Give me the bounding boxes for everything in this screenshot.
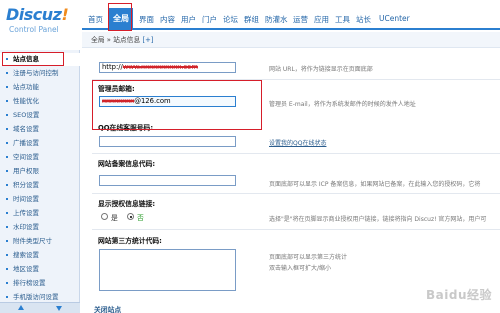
nav-webmaster[interactable]: 站长 bbox=[356, 14, 371, 25]
nav-portal[interactable]: 门户 bbox=[202, 14, 217, 25]
bullet-icon bbox=[6, 156, 8, 158]
nav-operations[interactable]: 运营 bbox=[293, 14, 308, 25]
top-navigation: 首页 全局 界面 内容 用户 门户 论坛 群组 防灌水 运营 应用 工具 站长 … bbox=[82, 0, 500, 30]
scroll-down-icon[interactable] bbox=[56, 306, 62, 311]
sidebar-item-performance[interactable]: 性能优化 bbox=[0, 95, 80, 108]
scroll-up-icon[interactable] bbox=[18, 305, 24, 310]
admin-email-hint: 管理员 E-mail，将作为系统发邮件的时候的发件人地址 bbox=[269, 101, 416, 108]
bullet-icon bbox=[6, 72, 8, 74]
sidebar-item-space[interactable]: 空间设置 bbox=[0, 151, 80, 164]
sidebar: 站点信息 注册与访问控制 站点功能 性能优化 SEO设置 域名设置 广播设置 空… bbox=[0, 50, 80, 313]
divider bbox=[92, 153, 500, 154]
sidebar-item-credits[interactable]: 积分设置 bbox=[0, 179, 80, 192]
sidebar-item-broadcast[interactable]: 广播设置 bbox=[0, 137, 80, 150]
breadcrumb: 全局 » 站点信息 [+] bbox=[82, 32, 500, 48]
sidebar-item-seo[interactable]: SEO设置 bbox=[0, 109, 80, 122]
nav-apps[interactable]: 应用 bbox=[314, 14, 329, 25]
icp-input[interactable] bbox=[99, 175, 236, 186]
bullet-icon bbox=[6, 254, 8, 256]
bullet-icon bbox=[6, 114, 8, 116]
bullet-icon bbox=[6, 240, 8, 242]
nav-ucenter[interactable]: UCenter bbox=[379, 14, 410, 23]
bullet-icon bbox=[6, 184, 8, 186]
icp-label: 网站备案信息代码: bbox=[98, 160, 156, 168]
license-no-radio[interactable] bbox=[127, 213, 134, 220]
nav-users[interactable]: 用户 bbox=[181, 14, 196, 25]
sidebar-item-permissions[interactable]: 用户权限 bbox=[0, 165, 80, 178]
logo-subtitle: Control Panel bbox=[9, 25, 59, 34]
nav-content[interactable]: 内容 bbox=[160, 14, 175, 25]
nav-groups[interactable]: 群组 bbox=[244, 14, 259, 25]
sidebar-item-features[interactable]: 站点功能 bbox=[0, 81, 80, 94]
logo: Discuz! Control Panel bbox=[0, 0, 82, 50]
nav-anti-spam[interactable]: 防灌水 bbox=[265, 14, 288, 25]
sidebar-item-upload[interactable]: 上传设置 bbox=[0, 207, 80, 220]
license-no-label: 否 bbox=[137, 214, 144, 222]
sidebar-item-ranking[interactable]: 排行榜设置 bbox=[0, 277, 80, 290]
sidebar-item-region[interactable]: 地区设置 bbox=[0, 263, 80, 276]
bullet-icon bbox=[6, 142, 8, 144]
highlight-email-field bbox=[92, 80, 262, 130]
breadcrumb-path: 全局 » 站点信息 bbox=[91, 36, 141, 44]
site-url-hint: 网站 URL，将作为链接显示在页面底部 bbox=[269, 66, 373, 73]
divider bbox=[92, 229, 500, 230]
stats-label: 网站第三方统计代码: bbox=[98, 237, 162, 245]
highlight-global-tab bbox=[108, 3, 132, 31]
nav-tools[interactable]: 工具 bbox=[335, 14, 350, 25]
sidebar-item-attachment-size[interactable]: 附件类型尺寸 bbox=[0, 235, 80, 248]
sidebar-item-search[interactable]: 搜索设置 bbox=[0, 249, 80, 262]
bullet-icon bbox=[6, 198, 8, 200]
icp-hint: 页面底部可以显示 ICP 备案信息，如果网站已备案，在此输入您的授权码，它将 bbox=[269, 181, 481, 188]
bullet-icon bbox=[6, 296, 8, 298]
highlight-sidebar bbox=[2, 52, 64, 66]
bullet-icon bbox=[6, 212, 8, 214]
section-close-site: 关闭站点 bbox=[94, 306, 122, 313]
sidebar-item-register[interactable]: 注册与访问控制 bbox=[0, 67, 80, 80]
expand-link[interactable]: [+] bbox=[142, 36, 153, 44]
brand-logo: Discuz! bbox=[6, 5, 69, 24]
stats-code-textarea[interactable] bbox=[99, 249, 236, 291]
bullet-icon bbox=[6, 268, 8, 270]
qq-input[interactable] bbox=[99, 136, 236, 147]
watermark: Baidu经验 bbox=[426, 288, 492, 302]
bullet-icon bbox=[6, 282, 8, 284]
divider bbox=[92, 193, 500, 194]
stats-hint-line1: 页面底部可以显示第三方统计 bbox=[269, 254, 348, 261]
license-yes-label: 是 bbox=[111, 214, 118, 222]
license-label: 显示授权信息链接: bbox=[98, 200, 156, 208]
qq-status-link[interactable]: 设置我的QQ在线状态 bbox=[269, 138, 326, 147]
sidebar-item-time[interactable]: 时间设置 bbox=[0, 193, 80, 206]
sidebar-item-domain[interactable]: 域名设置 bbox=[0, 123, 80, 136]
license-yes-radio[interactable] bbox=[101, 213, 108, 220]
nav-home[interactable]: 首页 bbox=[88, 14, 103, 25]
nav-forum[interactable]: 论坛 bbox=[223, 14, 238, 25]
nav-interface[interactable]: 界面 bbox=[139, 14, 154, 25]
bullet-icon bbox=[6, 128, 8, 130]
bullet-icon bbox=[6, 86, 8, 88]
sidebar-item-watermark[interactable]: 水印设置 bbox=[0, 221, 80, 234]
license-hint: 选择"是"将在页脚显示商业授权用户链接，链接将指向 Discuz! 官方网站，用… bbox=[269, 216, 487, 223]
sidebar-scroll-controls bbox=[0, 302, 80, 313]
bullet-icon bbox=[6, 100, 8, 102]
site-url-input[interactable]: http://www.xxxxxxxxxx.com bbox=[99, 62, 236, 73]
stats-hint-line2: 双击输入框可扩大/缩小 bbox=[269, 265, 332, 272]
bullet-icon bbox=[6, 226, 8, 228]
bullet-icon bbox=[6, 170, 8, 172]
